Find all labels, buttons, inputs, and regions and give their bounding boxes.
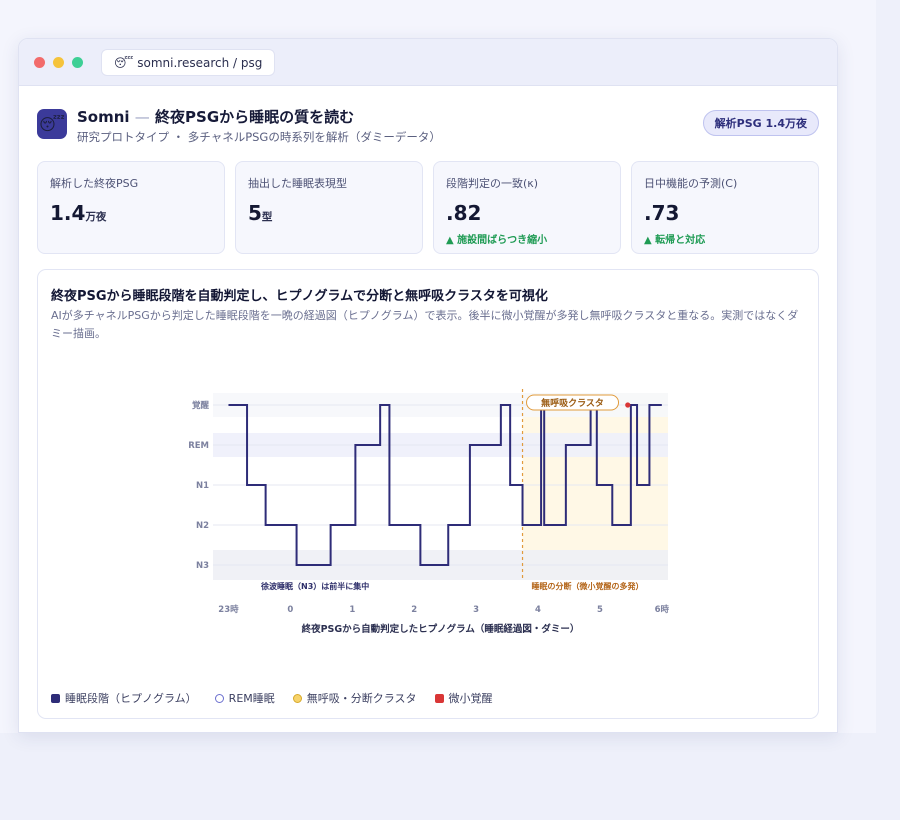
page-title: Somni — 終夜PSGから睡眠の質を読む (77, 106, 354, 127)
kpi-value: 1.4万夜 (50, 201, 212, 225)
square-red-icon (434, 693, 444, 703)
address-bar[interactable]: 😴 somni.research / psg (101, 49, 276, 76)
kpi-trend: ▲ 転帰と対応 (644, 235, 706, 246)
y-tick-label: REM (188, 441, 209, 451)
legend-label: REM睡眠 (228, 692, 275, 705)
kpi-unit: 型 (261, 211, 273, 223)
page-content: 😴 Somni — 終夜PSGから睡眠の質を読む 研究プロトタイプ ・ 多チャネ… (37, 99, 819, 719)
page-subtitle: 研究プロトタイプ ・ 多チャネルPSGの時系列を解析（ダミーデータ） (77, 130, 441, 144)
x-tick-label: 5 (597, 605, 603, 615)
x-tick-label: 23時 (218, 604, 239, 615)
y-tick-label: 覚醒 (191, 400, 210, 411)
sleeping-face-icon: 😴 (114, 55, 134, 70)
app-name: Somni (77, 108, 130, 126)
hypnogram-card: 終夜PSGから睡眠段階を自動判定し、ヒプノグラムで分断と無呼吸クラスタを可視化 … (37, 269, 819, 719)
kpi-card-psg-count: 解析した終夜PSG 1.4万夜 (37, 161, 225, 254)
y-tick-label: N3 (196, 561, 209, 571)
micro-arousal-marker (625, 402, 631, 408)
legend-item-stage: 睡眠段階（ヒプノグラム） (51, 690, 197, 706)
y-tick-label: N1 (196, 481, 209, 491)
sleeping-face-icon: 😴 (37, 109, 67, 139)
kpi-unit: 万夜 (85, 211, 107, 223)
address-text: somni.research / psg (137, 55, 263, 70)
legend-label: 無呼吸・分断クラスタ (306, 692, 417, 705)
fragmentation-annotation: 睡眠の分断（微小覚醒の多発） (532, 581, 644, 591)
kpi-row: 解析した終夜PSG 1.4万夜 抽出した睡眠表現型 5型 段階判定の一致(κ) … (37, 161, 819, 254)
circle-yellow-icon (292, 693, 302, 703)
legend-label: 睡眠段階（ヒプノグラム） (65, 692, 197, 705)
legend-item-micro-arousal: 微小覚醒 (434, 690, 493, 706)
x-tick-label: 3 (473, 605, 479, 615)
x-tick-label: 2 (411, 605, 417, 615)
x-tick-label: 6時 (655, 604, 670, 615)
kpi-label: 日中機能の予測(C) (644, 177, 738, 190)
kpi-label: 段階判定の一致(κ) (446, 177, 539, 190)
legend-item-apnea: 無呼吸・分断クラスタ (292, 690, 417, 706)
kpi-number: 5 (248, 201, 262, 225)
title-separator: — (134, 108, 150, 126)
kpi-trend: ▲ 施設間ばらつき縮小 (446, 235, 548, 246)
hypnogram-chart: 覚醒 REM N1 N2 N3 無呼吸クラスタ徐波睡眠（N3）は前半に集中 睡眠の分断（微小… (188, 389, 670, 635)
y-tick-label: N2 (196, 521, 209, 531)
x-tick-label: 1 (349, 605, 355, 615)
status-badge: 解析PSG 1.4万夜 (702, 110, 819, 136)
legend-item-rem: REM睡眠 (214, 690, 275, 706)
kpi-card-c-index: 日中機能の予測(C) .73 ▲ 転帰と対応 (631, 161, 819, 254)
x-axis-label: 終夜PSGから自動判定したヒプノグラム（睡眠経過図・ダミー） (302, 623, 580, 635)
window-titlebar: 😴 somni.research / psg (19, 39, 837, 86)
kpi-value: .82 (446, 201, 482, 225)
maximize-window-button[interactable] (72, 57, 83, 68)
chart-legend: 睡眠段階（ヒプノグラム） REM睡眠 無呼吸・分断クラスタ 微小覚醒 (51, 690, 493, 706)
kpi-label: 解析した終夜PSG (50, 177, 139, 190)
minimize-window-button[interactable] (53, 57, 64, 68)
square-icon (51, 693, 60, 703)
kpi-card-phenotypes: 抽出した睡眠表現型 5型 (235, 161, 423, 254)
kpi-card-kappa: 段階判定の一致(κ) .82 ▲ 施設間ばらつき縮小 (433, 161, 621, 254)
apnea-cluster-label: 無呼吸クラスタ (541, 397, 604, 409)
x-tick-label: 4 (535, 605, 541, 615)
legend-label: 微小覚醒 (448, 692, 493, 705)
close-window-button[interactable] (34, 57, 45, 68)
kpi-label: 抽出した睡眠表現型 (248, 177, 347, 190)
sws-annotation: 徐波睡眠（N3）は前半に集中 (260, 581, 369, 591)
page-header: 😴 Somni — 終夜PSGから睡眠の質を読む 研究プロトタイプ ・ 多チャネ… (37, 99, 819, 147)
x-tick-label: 0 (287, 605, 293, 615)
kpi-value: .73 (644, 201, 680, 225)
title-text: 終夜PSGから睡眠の質を読む (155, 108, 355, 126)
circle-outline-icon (214, 693, 224, 703)
kpi-value: 5型 (248, 201, 410, 225)
kpi-number: 1.4 (50, 201, 86, 225)
browser-window: 😴 somni.research / psg 😴 Somni — 終夜PSGから… (18, 38, 838, 733)
